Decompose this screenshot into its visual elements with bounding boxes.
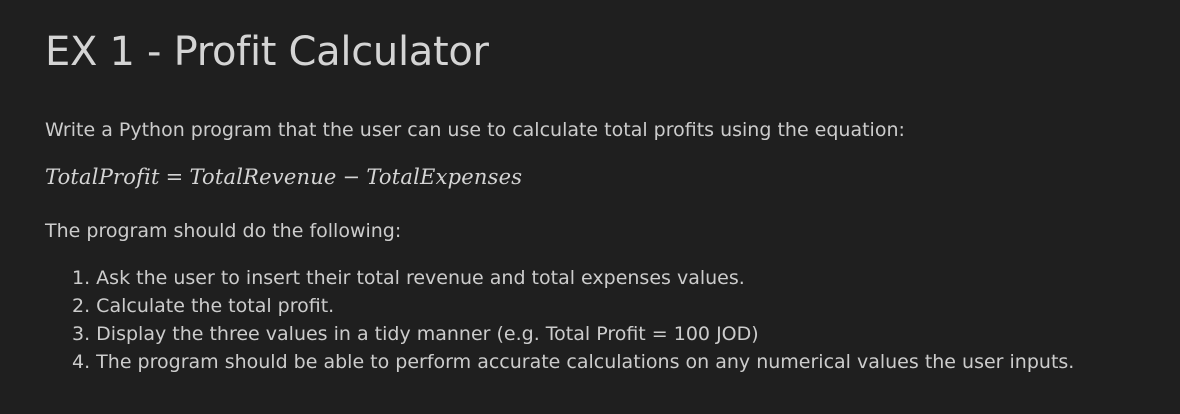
equation-minus: −: [342, 165, 361, 189]
list-item-number: 2.: [72, 295, 91, 317]
equation-lhs: TotalProfit: [45, 165, 160, 189]
list-item-text: Calculate the total profit.: [90, 295, 335, 317]
list-item: 2. Calculate the total profit.: [72, 292, 1162, 320]
list-item: 1. Ask the user to insert their total re…: [72, 264, 1162, 292]
list-item-number: 3.: [72, 323, 91, 345]
list-item-text: Ask the user to insert their total reven…: [90, 267, 745, 289]
list-item-number: 1.: [72, 267, 91, 289]
list-item-number: 4.: [72, 351, 91, 373]
steps-list: 1. Ask the user to insert their total re…: [45, 264, 1162, 376]
list-item-text: Display the three values in a tidy manne…: [90, 323, 759, 345]
equation-term-revenue: TotalRevenue: [189, 165, 337, 189]
page-title: EX 1 - Profit Calculator: [45, 29, 489, 75]
list-item: 4. The program should be able to perform…: [72, 348, 1162, 376]
intro-text: Write a Python program that the user can…: [45, 119, 905, 141]
equation-equals: =: [165, 165, 184, 189]
list-item-text: The program should be able to perform ac…: [90, 351, 1075, 373]
equation-term-expenses: TotalExpenses: [366, 165, 523, 189]
profit-equation: TotalProfit = TotalRevenue − TotalExpenses: [45, 162, 522, 192]
list-item: 3. Display the three values in a tidy ma…: [72, 320, 1162, 348]
markdown-cell[interactable]: EX 1 - Profit Calculator Write a Python …: [0, 0, 1180, 414]
steps-intro-text: The program should do the following:: [45, 220, 402, 242]
